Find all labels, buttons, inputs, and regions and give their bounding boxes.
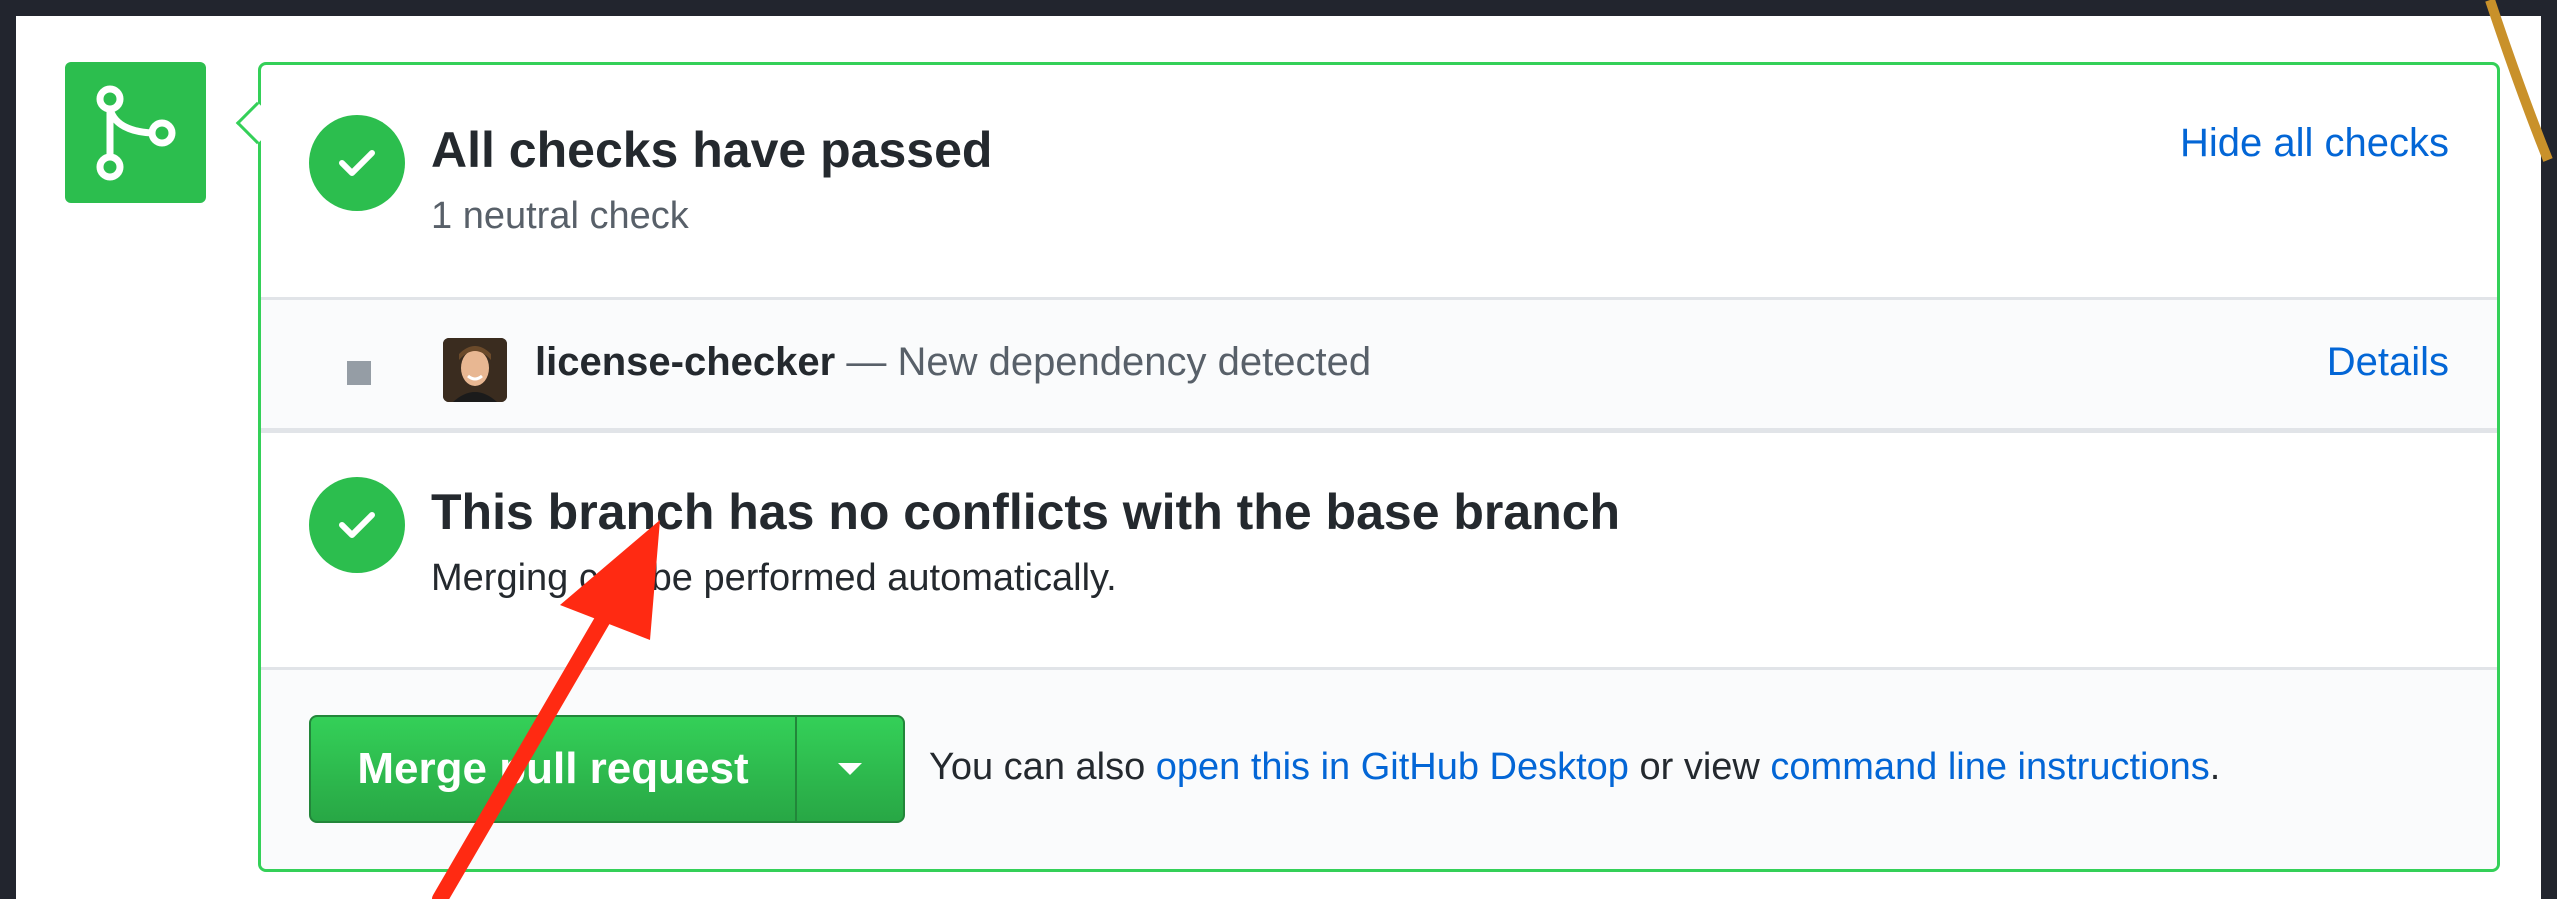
branch-subtitle: Merging can be performed automatically. — [431, 557, 1117, 599]
merge-options-dropdown[interactable] — [797, 717, 903, 821]
square-icon — [347, 361, 371, 385]
check-name: license-checker — [535, 340, 836, 384]
merge-pull-request-button[interactable]: Merge pull request — [311, 717, 797, 821]
git-merge-icon — [65, 62, 206, 203]
check-icon — [309, 115, 405, 211]
checks-summary: All checks have passed 1 neutral check H… — [261, 65, 2497, 297]
check-description: New dependency detected — [897, 340, 1372, 384]
hide-all-checks-link[interactable]: Hide all checks — [2180, 121, 2449, 166]
backdrop-left — [0, 0, 16, 899]
avatar — [443, 338, 507, 402]
check-row: license-checker — New dependency detecte… — [261, 297, 2497, 433]
note-middle: or view — [1628, 746, 1771, 788]
check-line: license-checker — New dependency detecte… — [535, 340, 1371, 385]
command-line-instructions-link[interactable]: command line instructions — [1770, 746, 2209, 788]
details-link[interactable]: Details — [2327, 340, 2449, 385]
checks-title: All checks have passed — [431, 122, 993, 178]
branch-title: This branch has no conflicts with the ba… — [431, 484, 1621, 540]
merge-note: You can also open this in GitHub Desktop… — [929, 746, 2220, 789]
backdrop-top — [0, 0, 2557, 16]
check-icon — [309, 477, 405, 573]
merge-status-panel: All checks have passed 1 neutral check H… — [258, 62, 2500, 872]
merge-button-group: Merge pull request — [309, 715, 905, 823]
merge-section: Merge pull request You can also open thi… — [261, 667, 2497, 869]
note-suffix: . — [2209, 746, 2221, 788]
caret-down-icon — [838, 763, 862, 775]
backdrop-right — [2541, 0, 2557, 899]
open-github-desktop-link[interactable]: open this in GitHub Desktop — [1156, 746, 1629, 788]
checks-subtitle: 1 neutral check — [431, 195, 689, 237]
check-separator: — — [835, 340, 898, 384]
note-prefix: You can also — [929, 746, 1156, 788]
branch-status: This branch has no conflicts with the ba… — [261, 433, 2497, 667]
